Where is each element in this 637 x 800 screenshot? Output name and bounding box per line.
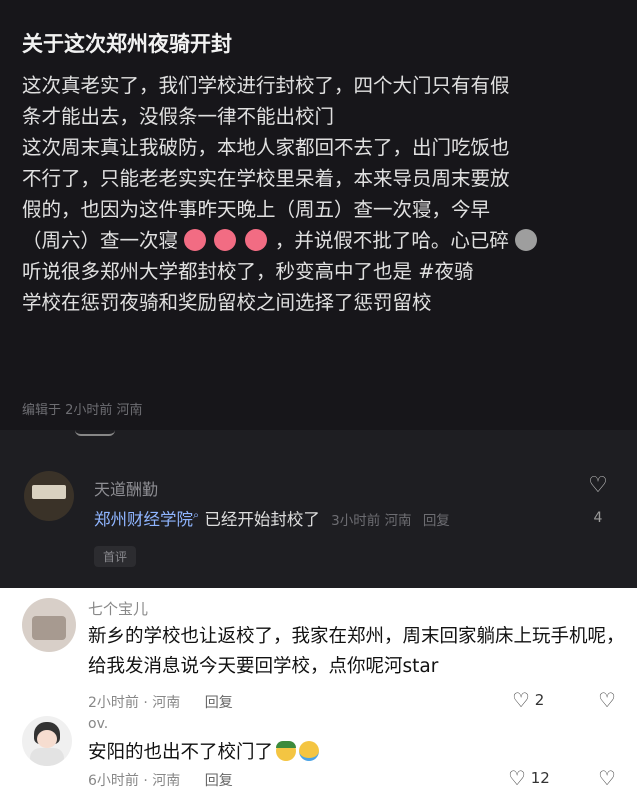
heart-icon[interactable]: ♡ xyxy=(508,766,526,790)
smirk-emoji-icon xyxy=(276,741,297,761)
divider xyxy=(75,430,115,436)
comment-author[interactable]: ov. xyxy=(88,716,108,732)
comment-time-location: 6小时前 · 河南 xyxy=(88,773,181,789)
post-line: （周六）查一次寝 ，并说假不批了哈。心已碎 xyxy=(22,225,622,256)
post-body: 这次真老实了，我们学校进行封校了，四个大门只有有假 条才能出去，没假条一律不能出… xyxy=(22,70,622,318)
post-line: 学校在惩罚夜骑和奖励留校之间选择了惩罚留校 xyxy=(22,291,432,314)
comment-text: 郑州财经学院⌕ 已经开始封校了 3小时前 河南 回复 xyxy=(94,506,450,530)
first-comment-badge: 首评 xyxy=(94,546,137,567)
comment-time-location: 2小时前 · 河南 xyxy=(88,695,181,711)
avatar[interactable] xyxy=(22,598,76,652)
like-count: 4 xyxy=(593,510,603,526)
post-line: 这次真老实了，我们学校进行封校了，四个大门只有有假 xyxy=(22,74,510,97)
broken-heart-icon[interactable]: ♡ xyxy=(598,688,616,712)
reply-button[interactable]: 回复 xyxy=(205,773,233,789)
post-panel: 关于这次郑州夜骑开封 这次真老实了，我们学校进行封校了，四个大门只有有假 条才能… xyxy=(0,0,637,430)
post-line: 不行了，只能老老实实在学校里呆着，本来导员周末要放 xyxy=(22,167,510,190)
post-line6-start: （周六）查一次寝 xyxy=(22,229,179,252)
post-title: 关于这次郑州夜骑开封 xyxy=(22,32,232,56)
comment-dark: 天道酬勤 郑州财经学院⌕ 已经开始封校了 3小时前 河南 回复 ♡ 4 首评 xyxy=(0,430,637,588)
comment-text: 安阳的也出不了校门了 xyxy=(88,738,320,764)
comment-meta: 2小时前 · 河南 回复 xyxy=(88,692,233,712)
post-line: 这次周末真让我破防，本地人家都回不去了，出门吃饭也 xyxy=(22,136,510,159)
sob-emoji-icon xyxy=(299,741,320,761)
comment-body: 安阳的也出不了校门了 xyxy=(88,742,274,763)
mention-link[interactable]: 郑州财经学院 xyxy=(94,510,193,529)
search-icon[interactable]: ⌕ xyxy=(193,509,199,522)
comment-body: 已经开始封校了 xyxy=(204,510,320,529)
post-meta: 编辑于 2小时前 河南 xyxy=(22,403,143,418)
hashtag-link[interactable]: #夜骑 xyxy=(418,260,473,283)
skull-emoji-icon xyxy=(515,229,538,251)
comments-light: 七个宝儿 新乡的学校也让返校了，我家在郑州，周末回家躺床上玩手机呢，给我发消息说… xyxy=(0,588,637,800)
post-line6-end: ，并说假不批了哈。心已碎 xyxy=(274,229,509,252)
like-count: 2 xyxy=(534,691,545,709)
reply-button[interactable]: 回复 xyxy=(205,695,233,711)
post-line: 条才能出去，没假条一律不能出校门 xyxy=(22,105,335,128)
crying-emoji-icon xyxy=(244,229,267,251)
comment-meta: 3小时前 河南 xyxy=(331,513,412,529)
comment-author[interactable]: 天道酬勤 xyxy=(94,476,158,500)
comment-text: 新乡的学校也让返校了，我家在郑州，周末回家躺床上玩手机呢，给我发消息说今天要回学… xyxy=(88,626,625,677)
crying-emoji-icon xyxy=(214,229,237,251)
comment-author[interactable]: 七个宝儿 xyxy=(88,598,148,619)
post-line7-start: 听说很多郑州大学都封校了，秒变高中了也是 xyxy=(22,260,413,283)
heart-icon[interactable]: ♡ xyxy=(512,688,530,712)
comment-meta: 6小时前 · 河南 回复 xyxy=(88,770,233,790)
post-line: 假的，也因为这件事昨天晚上（周五）查一次寝，今早 xyxy=(22,198,491,221)
crying-emoji-icon xyxy=(184,229,207,251)
avatar[interactable] xyxy=(22,716,72,766)
reply-button[interactable]: 回复 xyxy=(423,513,450,529)
broken-heart-icon[interactable]: ♡ xyxy=(598,766,616,790)
post-line: 听说很多郑州大学都封校了，秒变高中了也是 #夜骑 xyxy=(22,256,622,287)
avatar[interactable] xyxy=(24,471,74,521)
like-group: ♡ 2 xyxy=(512,688,544,712)
like-group: ♡ 12 xyxy=(508,766,550,790)
heart-icon[interactable]: ♡ xyxy=(585,474,611,498)
like-count: 12 xyxy=(530,769,550,787)
